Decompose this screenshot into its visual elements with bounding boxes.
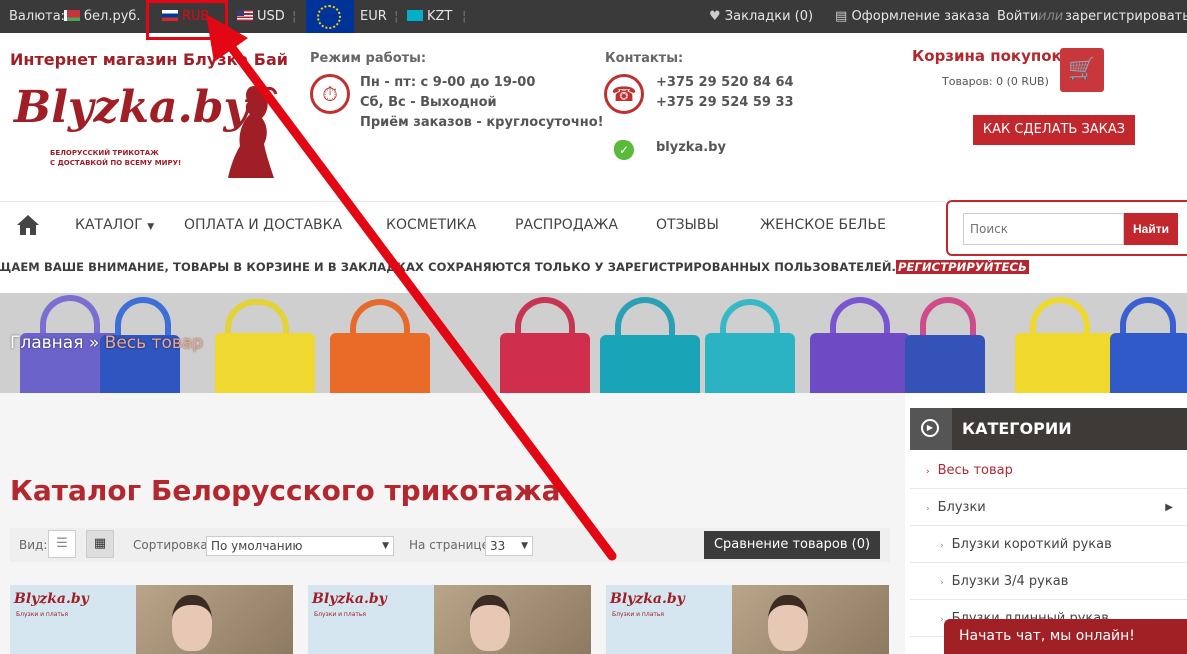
compare-button[interactable]: Сравнение товаров (0) [704,531,880,559]
clock-icon: ⏱ [310,74,350,114]
live-chat-button[interactable]: Начать чат, мы онлайн! [944,619,1187,654]
sort-label: Сортировка: [133,538,212,552]
cart-summary: Товаров: 0 (0 RUB) [942,75,1049,88]
annotation-highlight [146,0,228,40]
catalog-toolbar: Вид: ☰ ▦ Сортировка: По умолчанию ▼ На ст… [10,528,890,562]
page-title: Каталог Белорусского трикотажа [10,474,561,507]
divider: ¦ [292,9,297,24]
contacts-title: Контакты: [605,51,684,66]
hours-title: Режим работы: [310,51,427,66]
checkout-icon: ▤ [835,9,848,24]
hours-lines: Пн - пт: с 9-00 до 19-00 Сб, Вс - Выходн… [360,75,604,130]
phone-icon: ☎ [604,74,644,114]
product-photo [434,585,591,654]
divider: ¦ [394,9,399,24]
per-page-select[interactable]: 33 ▼ [485,536,533,556]
currency-label: Валюта: [9,9,66,24]
kazakhstan-flag-icon [407,10,423,21]
logo-tagline: БЕЛОРУССКИЙ ТРИКОТАЖ С ДОСТАВКОЙ ПО ВСЕМ… [50,149,182,167]
nav-lingerie[interactable]: ЖЕНСКОЕ БЕЛЬЕ [760,202,886,248]
usa-flag-icon [237,10,253,21]
nav-payment-delivery[interactable]: ОПЛАТА И ДОСТАВКА [184,202,342,248]
belarus-flag-icon [64,10,80,21]
sort-select[interactable]: По умолчанию ▼ [206,536,394,556]
checkout-link[interactable]: ▤ Оформление заказа [835,0,990,33]
eu-flag-icon[interactable] [306,0,354,33]
main-nav: КАТАЛОГ ▼ ОПЛАТА И ДОСТАВКА КОСМЕТИКА РА… [0,201,945,249]
phone-number[interactable]: +375 29 524 59 33 [656,93,794,113]
list-view-icon[interactable]: ☰ [48,530,76,558]
breadcrumb-separator: » [88,333,100,353]
grid-view-icon[interactable]: ▦ [86,530,114,558]
logo-text: Blyzka.by [14,82,250,133]
play-circle-icon: ▶ [910,408,952,450]
search-input[interactable] [963,213,1124,245]
site-link[interactable]: blyzka.by [656,138,726,158]
per-page-label: На странице: [409,538,493,552]
divider: ¦ [462,9,467,24]
category-blouses-short[interactable]: › Блузки короткий рукав [910,526,1187,563]
bookmarks-link[interactable]: ♥ Закладки (0) [709,0,813,33]
phone-numbers: +375 29 520 84 64 +375 29 524 59 33 [656,73,794,113]
chevron-down-icon: ▼ [521,541,528,551]
product-card[interactable]: Blyzka.by Блузки и платья [308,585,591,654]
heart-icon: ♥ [709,9,721,24]
product-card[interactable]: Blyzka.by Блузки и платья [10,585,293,654]
nav-catalog[interactable]: КАТАЛОГ ▼ [75,202,154,248]
shop-title: Интернет магазин Блузка Бай [10,50,289,69]
product-photo [136,585,293,654]
cart-title[interactable]: Корзина покупок [912,47,1062,65]
cart-icon[interactable]: 🛒 [1060,48,1104,92]
breadcrumb-home[interactable]: Главная [10,333,83,353]
currency-kzt[interactable]: KZT [407,0,452,33]
nav-sale[interactable]: РАСПРОДАЖА [515,202,618,248]
lady-silhouette-icon [228,86,278,178]
viber-icon: ✓ [614,140,634,160]
currency-usd[interactable]: USD [237,0,285,33]
register-link[interactable]: зарегистрироваться [1065,0,1187,33]
how-to-order-button[interactable]: КАК СДЕЛАТЬ ЗАКАЗ [973,115,1135,145]
currency-eur[interactable]: EUR [360,0,387,33]
categories-header: ▶ КАТЕГОРИИ [910,408,1187,450]
category-all[interactable]: › Весь товар [910,452,1187,489]
nav-reviews[interactable]: ОТЗЫВЫ [656,202,719,248]
site-logo[interactable]: Blyzka.by БЕЛОРУССКИЙ ТРИКОТАЖ С ДОСТАВК… [14,82,284,182]
breadcrumb: Главная » Весь товар [10,333,203,353]
product-photo [732,585,889,654]
home-icon[interactable] [16,214,40,236]
login-link[interactable]: Войти [997,0,1038,33]
search-box: Найти [946,200,1187,256]
notice-banner: ЩАЕМ ВАШЕ ВНИМАНИЕ, ТОВАРЫ В КОРЗИНЕ И В… [0,260,1029,274]
chevron-down-icon: ▼ [147,222,155,232]
register-notice-link[interactable]: РЕГИСТРИРУЙТЕСЬ [896,260,1029,274]
category-blouses[interactable]: › Блузки ▶ [910,489,1187,526]
breadcrumb-current: Весь товар [104,333,204,353]
chevron-right-icon: ▶ [1165,502,1173,513]
phone-number[interactable]: +375 29 520 84 64 [656,73,794,93]
chevron-down-icon: ▼ [382,541,389,551]
search-button[interactable]: Найти [1124,213,1178,245]
category-blouses-34[interactable]: › Блузки 3/4 рукав [910,563,1187,600]
currency-byn[interactable]: бел.руб. [64,0,141,33]
nav-cosmetics[interactable]: КОСМЕТИКА [386,202,476,248]
view-label: Вид: [19,538,48,552]
product-card[interactable]: Blyzka.by Блузки и платья [606,585,889,654]
or-text: или [1038,9,1064,24]
